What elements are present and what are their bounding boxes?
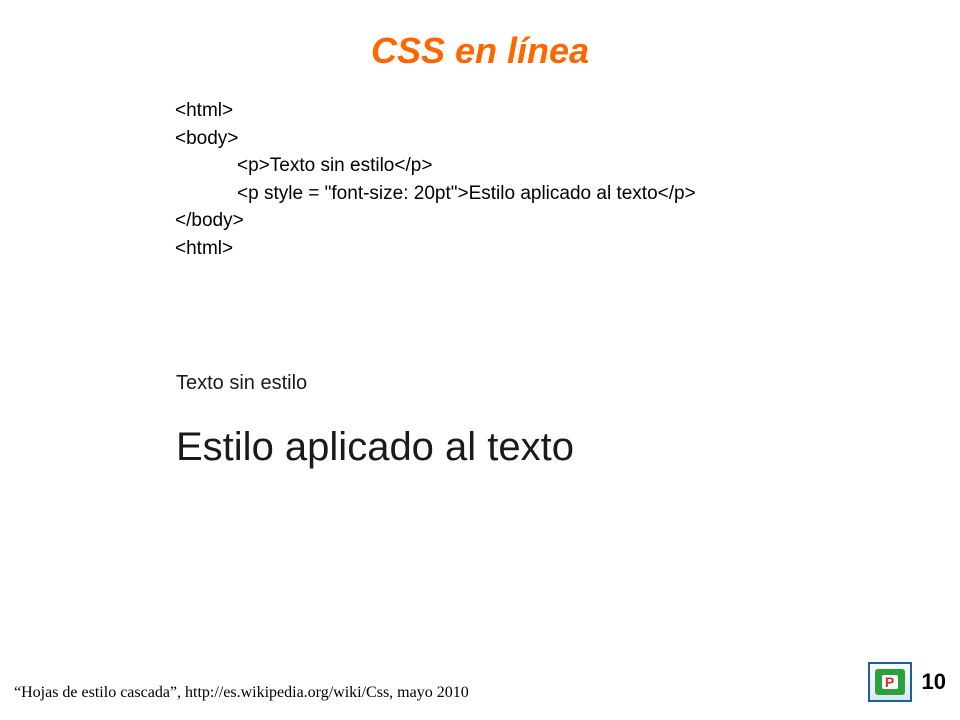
page-number: 10 bbox=[922, 669, 946, 695]
code-example: <html> <body> <p>Texto sin estilo</p> <p… bbox=[175, 97, 960, 262]
logo-icon bbox=[868, 662, 912, 702]
output-text-small: Texto sin estilo bbox=[176, 372, 744, 395]
rendered-output: Texto sin estilo Estilo aplicado al text… bbox=[160, 362, 760, 490]
code-line-5: </body> bbox=[175, 207, 960, 235]
code-line-1: <html> bbox=[175, 97, 960, 125]
code-line-4: <p style = "font-size: 20pt">Estilo apli… bbox=[175, 180, 960, 208]
output-text-large: Estilo aplicado al texto bbox=[176, 425, 744, 470]
slide-footer: “Hojas de estilo cascada”, http://es.wik… bbox=[14, 662, 946, 702]
footer-right: 10 bbox=[868, 662, 946, 702]
code-line-2: <body> bbox=[175, 125, 960, 153]
citation-text: “Hojas de estilo cascada”, http://es.wik… bbox=[14, 684, 469, 702]
code-line-3: <p>Texto sin estilo</p> bbox=[175, 152, 960, 180]
slide-title: CSS en línea bbox=[0, 0, 960, 97]
code-line-6: <html> bbox=[175, 235, 960, 263]
